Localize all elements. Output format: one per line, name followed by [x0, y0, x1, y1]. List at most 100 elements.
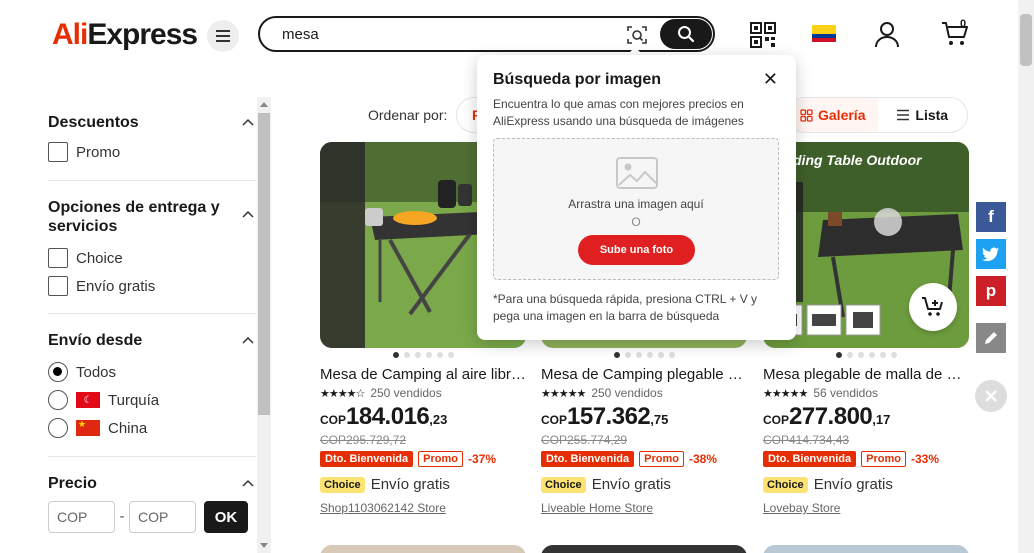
star-rating-icon: ★★★★★: [541, 387, 586, 400]
checkbox[interactable]: [48, 142, 68, 162]
filter-option-all[interactable]: Todos: [48, 358, 256, 386]
discount-percent: -33%: [910, 452, 939, 466]
twitter-icon: [982, 247, 999, 261]
price-dec: ,23: [429, 412, 448, 427]
twitter-share-icon[interactable]: [976, 239, 1006, 269]
popup-hint: *Para una búsqueda rápida, presiona CTRL…: [493, 292, 758, 323]
image-drop-zone[interactable]: Arrastra una imagen aquí O Sube una foto: [493, 138, 779, 280]
drop-zone-text: Arrastra una imagen aquí: [568, 197, 704, 211]
product-price: COP157.362,75: [541, 403, 747, 431]
section-label: Envío desde: [48, 332, 143, 349]
product-card-next-row[interactable]: [541, 545, 747, 553]
promo-badges: Dto. Bienvenida Promo -33%: [763, 451, 969, 467]
section-label: Descuentos: [48, 114, 139, 131]
search-input[interactable]: [282, 24, 612, 44]
hamburger-icon: [216, 35, 230, 37]
choice-badge: Choice: [541, 476, 586, 493]
popup-title: Búsqueda por imagen: [493, 71, 662, 88]
filter-option-free-shipping[interactable]: Envío gratis: [48, 272, 256, 300]
shipping-info: Choice Envío gratis: [320, 476, 526, 493]
camera-search-icon[interactable]: [626, 25, 648, 45]
sort-label: Ordenar por:: [368, 107, 448, 123]
scroll-down-arrow-icon[interactable]: [260, 543, 268, 548]
chevron-up-icon: [242, 210, 254, 218]
product-title[interactable]: Mesa de Camping al aire libre plegable: [320, 366, 526, 383]
list-view-button[interactable]: Lista: [878, 98, 968, 132]
original-price: COP295.729,72: [320, 433, 407, 447]
discount-percent: -38%: [688, 452, 717, 466]
store-link[interactable]: Shop1103062142 Store: [320, 501, 526, 515]
checkbox[interactable]: [48, 248, 68, 268]
filter-section-title-ship-from[interactable]: Envío desde: [48, 331, 256, 350]
page-scrollbar[interactable]: [1018, 0, 1034, 553]
choice-badge: Choice: [320, 476, 365, 493]
price-dec: ,17: [872, 412, 891, 427]
sidebar-scrollbar[interactable]: [257, 97, 271, 553]
scroll-thumb[interactable]: [258, 113, 270, 415]
sold-count: 250 vendidos: [591, 386, 663, 400]
product-title[interactable]: Mesa plegable de malla de hierro: [763, 366, 969, 383]
checkbox[interactable]: [48, 276, 68, 296]
search-button[interactable]: [660, 19, 712, 49]
filter-section-title-delivery[interactable]: Opciones de entrega y servicios: [48, 198, 256, 236]
menu-button[interactable]: [207, 20, 239, 52]
price-max-input[interactable]: COP: [129, 501, 196, 533]
option-label: Turquía: [108, 391, 160, 409]
filter-section-title-price[interactable]: Precio: [48, 474, 256, 493]
product-rating: ★★★★☆ 250 vendidos: [320, 386, 526, 400]
page-scroll-thumb[interactable]: [1020, 14, 1032, 66]
filters-sidebar: Descuentos Promo Opciones de entrega y s…: [48, 100, 256, 533]
chevron-up-icon: [242, 479, 254, 487]
store-link[interactable]: Liveable Home Store: [541, 501, 747, 515]
filter-option-china[interactable]: China: [48, 414, 256, 442]
scroll-up-arrow-icon[interactable]: [260, 102, 268, 107]
facebook-share-icon[interactable]: f: [976, 202, 1006, 232]
filter-section-title-discounts[interactable]: Descuentos: [48, 113, 256, 132]
price-dec: ,75: [650, 412, 669, 427]
filter-option-promo[interactable]: Promo: [48, 138, 256, 166]
edit-icon[interactable]: [976, 323, 1006, 353]
product-title[interactable]: Mesa de Camping plegable portátil: [541, 366, 747, 383]
aliexpress-logo[interactable]: AliExpress: [52, 18, 198, 52]
price-ok-button[interactable]: OK: [204, 501, 248, 533]
price-int: 157.362: [567, 403, 651, 430]
image-caption: ding Table Outdoor: [793, 152, 922, 168]
popup-close-icon[interactable]: ✕: [763, 69, 778, 90]
sold-count: 56 vendidos: [813, 386, 879, 400]
chevron-up-icon: [242, 118, 254, 126]
price-min-input[interactable]: COP: [48, 501, 115, 533]
view-toggle: Galería Lista: [787, 97, 968, 133]
china-flag-icon: [76, 419, 100, 436]
welcome-badge: Dto. Bienvenida: [320, 451, 414, 467]
product-card-next-row[interactable]: [763, 545, 969, 553]
radio[interactable]: [48, 418, 68, 438]
radio-selected[interactable]: [48, 362, 68, 382]
list-icon: [897, 109, 910, 121]
search-bar: [258, 16, 715, 52]
promo-badge: Promo: [418, 451, 463, 467]
pinterest-share-icon[interactable]: p: [976, 276, 1006, 306]
turkey-flag-icon: ☾: [76, 392, 100, 408]
store-link[interactable]: Lovebay Store: [763, 501, 969, 515]
logo-prefix: Ali: [52, 18, 88, 51]
product-price: COP184.016,23: [320, 403, 526, 431]
currency: COP: [541, 413, 568, 427]
promo-badge: Promo: [639, 451, 684, 467]
qr-code-icon[interactable]: [750, 22, 776, 48]
add-to-cart-button[interactable]: [909, 283, 957, 331]
cart-count: 0: [960, 18, 967, 30]
gallery-view-button[interactable]: Galería: [788, 98, 878, 132]
radio[interactable]: [48, 390, 68, 410]
filter-option-choice[interactable]: Choice: [48, 244, 256, 272]
shipping-label: Envío gratis: [813, 476, 893, 493]
option-label: Choice: [76, 249, 123, 267]
price-int: 184.016: [346, 403, 430, 430]
upload-photo-button[interactable]: Sube una foto: [578, 235, 695, 265]
close-social-icon[interactable]: [975, 380, 1007, 412]
user-icon[interactable]: [873, 20, 901, 48]
colombia-flag-icon[interactable]: [812, 25, 836, 42]
filter-option-turkey[interactable]: ☾ Turquía: [48, 386, 256, 414]
welcome-badge: Dto. Bienvenida: [541, 451, 635, 467]
product-card-next-row[interactable]: [320, 545, 526, 553]
logo-suffix: Express: [87, 18, 198, 51]
